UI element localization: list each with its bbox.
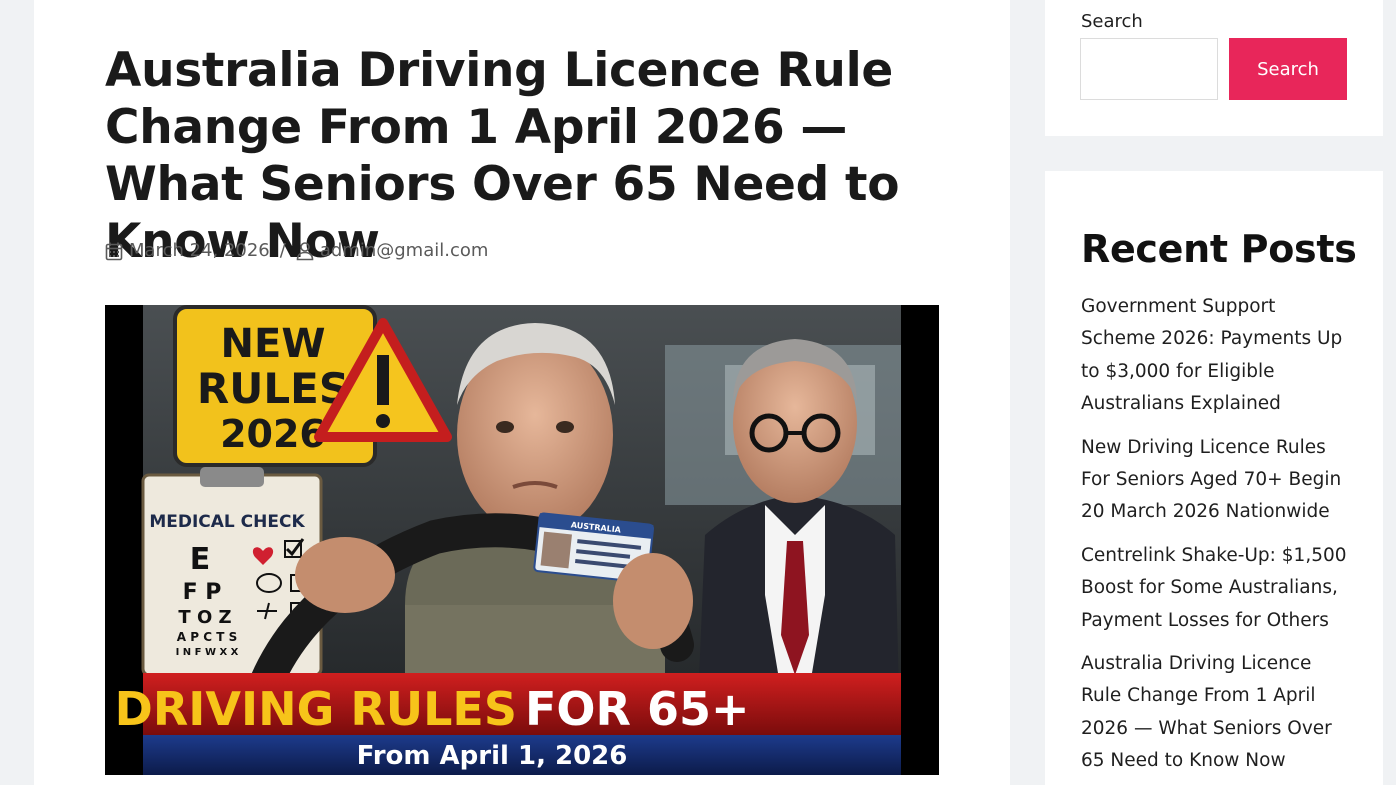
sign-line-2: RULES <box>197 364 349 413</box>
headline-banner: NEW DRIVING RULES FOR 65+ From April 1, … <box>105 673 901 775</box>
banner-text-yellow: NEW DRIVING RULES <box>105 682 517 736</box>
article-title: Australia Driving Licence Rule Change Fr… <box>105 43 900 269</box>
search-input[interactable] <box>1080 38 1218 100</box>
recent-posts-list: Government Support Scheme 2026: Payments… <box>1081 291 1351 785</box>
recent-post-link[interactable]: Centrelink Shake-Up: $1,500 Boost for So… <box>1081 540 1351 637</box>
article-card: Australia Driving Licence Rule Change Fr… <box>34 0 1010 785</box>
banner-text-white: FOR 65+ <box>525 682 750 736</box>
recent-post-link[interactable]: New Driving Licence Rules For Seniors Ag… <box>1081 432 1351 529</box>
featured-image: NEW RULES 2026 MEDICAL CHECK E F P T O Z… <box>105 305 939 775</box>
list-item: Government Support Scheme 2026: Payments… <box>1081 291 1351 421</box>
sign-line-3: 2026 <box>220 412 326 456</box>
search-button[interactable]: Search <box>1229 38 1347 100</box>
chart-row-2: F P <box>183 580 222 605</box>
search-widget: Search Search <box>1045 0 1383 136</box>
post-date-link[interactable]: March 24, 2026 <box>129 240 270 261</box>
chart-row-4: A P C T S <box>177 630 237 644</box>
chart-row-1: E <box>190 542 211 577</box>
post-author-link[interactable]: admin@gmail.com <box>320 240 489 261</box>
user-icon <box>296 241 314 261</box>
recent-post-link[interactable]: Australia Driving Licence Rule Change Fr… <box>1081 648 1351 778</box>
list-item: New Driving Licence Rules For Seniors Ag… <box>1081 432 1351 529</box>
post-meta: March 24, 2026 / admin@gmail.com <box>105 240 488 261</box>
recent-post-link[interactable]: Government Support Scheme 2026: Payments… <box>1081 291 1351 421</box>
chart-row-3: T O Z <box>178 607 231 628</box>
meta-separator: / <box>279 240 286 261</box>
chart-row-5: I N F W X X <box>176 647 239 658</box>
featured-image-illustration: NEW RULES 2026 MEDICAL CHECK E F P T O Z… <box>105 305 939 775</box>
recent-posts-title: Recent Posts <box>1081 227 1357 271</box>
banner-subtext: From April 1, 2026 <box>357 741 628 771</box>
search-label: Search <box>1081 11 1143 32</box>
recent-posts-widget: Recent Posts Government Support Scheme 2… <box>1045 171 1383 785</box>
sign-line-1: NEW <box>221 321 326 367</box>
list-item: Australia Driving Licence Rule Change Fr… <box>1081 648 1351 778</box>
list-item: Centrelink Shake-Up: $1,500 Boost for So… <box>1081 540 1351 637</box>
clipboard-title: MEDICAL CHECK <box>149 512 305 532</box>
calendar-icon <box>105 241 123 261</box>
